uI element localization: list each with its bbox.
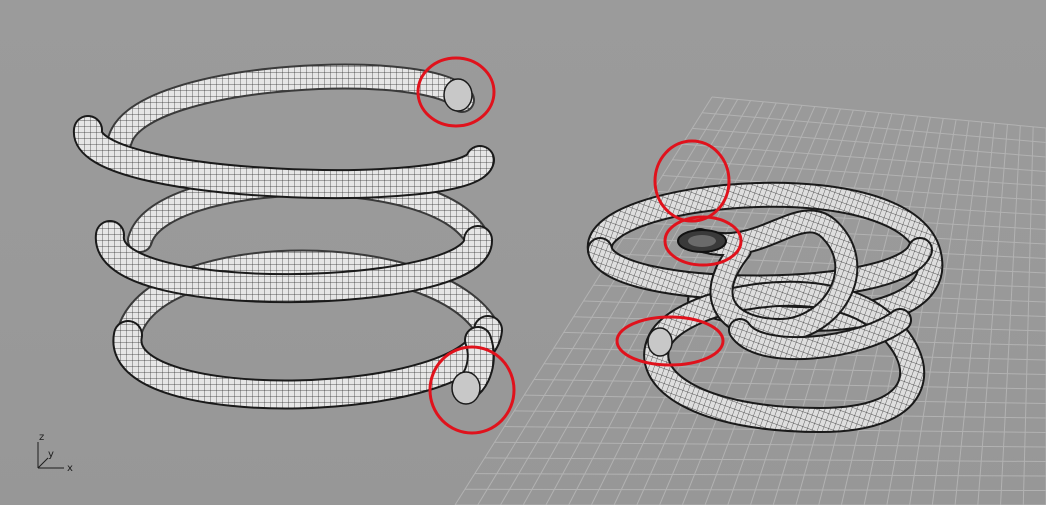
viewport-scene — [73, 56, 1046, 505]
knot-side-end-cap — [647, 327, 673, 357]
axis-z-label: z — [39, 432, 45, 443]
rhino-viewport[interactable]: z y x — [0, 0, 1046, 505]
spring-top-end-cap — [443, 78, 473, 112]
helix-spring-object[interactable] — [73, 63, 503, 410]
axis-y-label: y — [48, 449, 54, 460]
axis-gizmo: z y x — [30, 430, 80, 480]
axis-x-label: x — [67, 463, 73, 474]
spring-bottom-end-cap — [451, 371, 481, 405]
